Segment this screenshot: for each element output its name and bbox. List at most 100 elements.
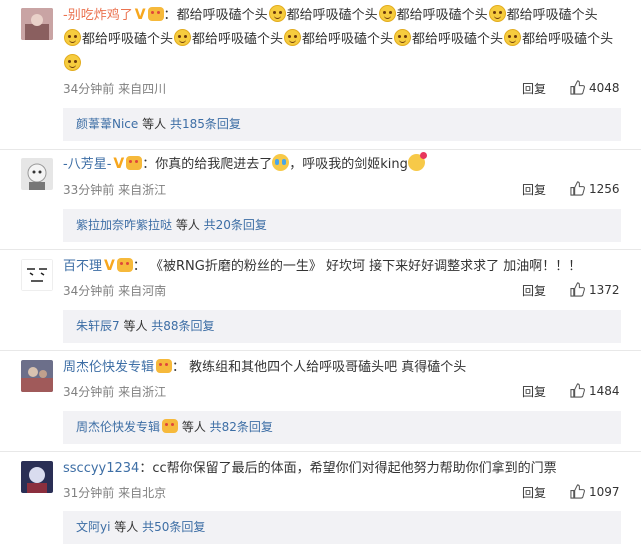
reply-summary: 文阿yi 等人 共50条回复 <box>63 511 621 544</box>
reply-button[interactable]: 回复 <box>522 484 546 501</box>
comment-text-segment: 都给呼吸磕个头 <box>302 32 394 47</box>
member-badge-icon <box>156 359 173 373</box>
thumbs-up-icon <box>570 282 585 297</box>
member-badge-icon <box>147 7 164 21</box>
reply-summary: 朱轩辰7 等人 共88条回复 <box>63 310 621 343</box>
comment-text-segment: 《被RNG折磨的粉丝的一生》 好坎坷 接下来好好调整求求了 加油啊！！！ <box>150 259 582 274</box>
smile-emoji-icon <box>284 29 302 46</box>
comment-text-segment: 都给呼吸磕个头 <box>82 32 174 47</box>
reply-button[interactable]: 回复 <box>522 282 546 299</box>
divider <box>0 350 641 351</box>
reply-summary-text: 等人 <box>110 520 143 534</box>
reply-summary: 紫拉加奈咋紫拉哒 等人 共20条回复 <box>63 209 621 242</box>
comment-text-segment: 都给呼吸磕个头 <box>396 8 488 23</box>
divider <box>0 451 641 452</box>
avatar[interactable] <box>21 259 53 291</box>
avatar[interactable] <box>21 461 53 493</box>
member-badge-icon <box>126 156 143 170</box>
reply-button[interactable]: 回复 <box>522 181 546 198</box>
comment-text-segment: 都给呼吸磕个头 <box>522 32 614 47</box>
reply-summary: 周杰伦快发专辑 等人 共82条回复 <box>63 411 621 444</box>
like-button[interactable]: 4048 <box>570 80 620 95</box>
avatar[interactable] <box>21 360 53 392</box>
reply-username[interactable]: 文阿yi <box>76 520 110 534</box>
reply-button[interactable]: 回复 <box>522 383 546 400</box>
avatar[interactable] <box>21 8 53 40</box>
divider <box>0 249 641 250</box>
avatar-image <box>21 158 53 190</box>
location: 来自北京 <box>118 486 167 500</box>
timestamp: 34分钟前 <box>63 284 115 298</box>
reply-username[interactable]: 紫拉加奈咋紫拉哒 <box>76 218 172 232</box>
reply-count-link[interactable]: 共88条回复 <box>151 319 214 333</box>
avatar-image <box>21 360 53 392</box>
comment-text: 都给呼吸磕个头 都给呼吸磕个头 都给呼吸磕个头 都给呼吸磕个头 都给呼吸磕个头 <box>63 29 613 50</box>
reply-summary-text: 等人 <box>178 420 210 434</box>
avatar[interactable] <box>21 158 53 190</box>
like-count: 1097 <box>589 485 620 499</box>
username[interactable]: -八芳星- <box>63 157 111 172</box>
reply-summary-text: 等人 <box>119 319 152 333</box>
location: 来自四川 <box>118 82 167 96</box>
comment-text: -八芳星- V ：你真的给我爬进去了 ，呼吸我的剑姬king <box>63 152 427 175</box>
reply-username[interactable]: 周杰伦快发专辑 <box>76 420 160 434</box>
member-badge-icon <box>116 258 133 272</box>
location: 来自浙江 <box>118 385 167 399</box>
comment-meta: 33分钟前 来自浙江 <box>63 181 166 198</box>
reply-button[interactable]: 回复 <box>522 80 546 97</box>
avatar-image <box>21 259 53 291</box>
like-button[interactable]: 1372 <box>570 282 620 297</box>
reply-username[interactable]: 朱轩辰7 <box>76 319 120 333</box>
comment-text-segment: 都给呼吸磕个头 <box>176 8 268 23</box>
reply-count-link[interactable]: 共82条回复 <box>210 420 273 434</box>
comment-text-segment: 你真的给我爬进去了 <box>155 157 273 172</box>
vip-v-icon: V <box>113 156 125 172</box>
thumbs-up-icon <box>570 181 585 196</box>
username[interactable]: 周杰伦快发专辑 <box>63 360 154 375</box>
comment-meta: 34分钟前 来自四川 <box>63 80 166 97</box>
comment-text-segment: 教练组和其他四个人给呼吸哥磕头吧 真得磕个头 <box>189 360 467 375</box>
timestamp: 31分钟前 <box>63 486 115 500</box>
crying-emoji-icon <box>272 154 290 171</box>
reply-count-link[interactable]: 共50条回复 <box>142 520 205 534</box>
comment-meta: 31分钟前 来自北京 <box>63 484 166 501</box>
vip-v-icon: V <box>104 258 115 274</box>
comment-text-segment: cc帮你保留了最后的体面，希望你们对得起他努力帮助你们拿到的门票 <box>152 461 557 476</box>
thumbs-up-icon <box>570 383 585 398</box>
smile-emoji-icon <box>174 29 192 46</box>
comment-text: -别吃炸鸡了 V ：都给呼吸磕个头 都给呼吸磕个头 都给呼吸磕个头 都给呼吸磕个头 <box>63 5 598 26</box>
username[interactable]: ssccyy1234 <box>63 461 139 476</box>
smile-emoji-icon <box>64 29 81 46</box>
comment-text: ssccyy1234：cc帮你保留了最后的体面，希望你们对得起他努力帮助你们拿到… <box>63 461 557 476</box>
smile-emoji-icon <box>268 5 286 22</box>
comment-text-segment: 都给呼吸磕个头 <box>412 32 504 47</box>
comment-meta: 34分钟前 来自河南 <box>63 282 166 299</box>
like-button[interactable]: 1097 <box>570 484 620 499</box>
thumbs-up-icon <box>570 484 585 499</box>
thumbs-up-icon <box>570 80 585 95</box>
reply-username[interactable]: 颜葦葦Nice <box>76 117 138 131</box>
reply-summary-text: 等人 <box>172 218 204 232</box>
smile-emoji-icon <box>64 54 81 71</box>
username[interactable]: -别吃炸鸡了 <box>63 8 133 23</box>
smile-emoji-icon <box>488 5 506 22</box>
avatar-image <box>21 461 53 493</box>
username[interactable]: 百不理 <box>63 259 102 274</box>
reply-summary: 颜葦葦Nice 等人 共185条回复 <box>63 108 621 141</box>
reply-count-link[interactable]: 共185条回复 <box>170 117 241 131</box>
reply-count-link[interactable]: 共20条回复 <box>204 218 267 232</box>
comment-text-segment: ，呼吸我的剑姬king <box>289 157 408 172</box>
location: 来自河南 <box>118 284 167 298</box>
smile-emoji-icon <box>378 5 396 22</box>
smile-emoji-icon <box>394 29 412 46</box>
timestamp: 33分钟前 <box>63 183 115 197</box>
like-button[interactable]: 1484 <box>570 383 620 398</box>
divider <box>0 149 641 150</box>
like-button[interactable]: 1256 <box>570 181 620 196</box>
comment-text: 百不理 V： 《被RNG折磨的粉丝的一生》 好坎坷 接下来好好调整求求了 加油啊！… <box>63 256 581 277</box>
comment-text-segment: 都给呼吸磕个头 <box>192 32 284 47</box>
like-count: 4048 <box>589 81 620 95</box>
like-count: 1256 <box>589 182 620 196</box>
reply-summary-text: 等人 <box>138 117 170 131</box>
comment-meta: 34分钟前 来自浙江 <box>63 383 166 400</box>
